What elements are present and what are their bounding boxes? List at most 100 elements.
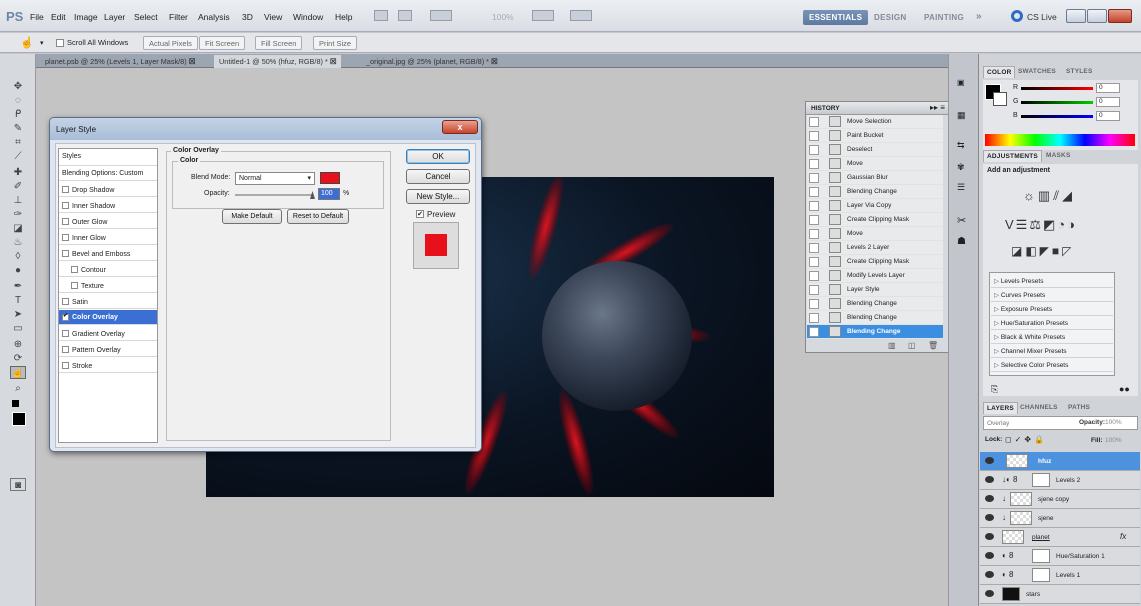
quick-mask-icon[interactable]: ◙ [10,478,26,491]
history-source-box[interactable] [809,243,819,253]
close-tab-icon[interactable]: ☒ [189,57,196,66]
tab-layers[interactable]: LAYERS [983,402,1018,414]
history-panel-header[interactable]: HISTORY ▸▸ ≡ [806,102,952,115]
screen-mode-icon[interactable] [570,10,592,21]
background-color-swatch[interactable] [993,92,1007,106]
invert-posterize-threshold-icons[interactable]: ◪◧◤■◸ [1011,244,1074,258]
workspace-painting[interactable]: PAINTING [918,10,970,25]
eye-icon[interactable] [985,590,994,597]
style-pattern-overlay[interactable]: Pattern Overlay [59,342,157,357]
layer-sjene[interactable]: ↓ sjene [980,509,1140,528]
zoom-tool-icon[interactable]: ⌕ [10,382,26,395]
default-colors-icon[interactable] [12,400,19,407]
eye-icon[interactable] [985,533,994,540]
menu-window[interactable]: Window [293,12,323,22]
history-item-selected[interactable]: Blending Change [807,325,943,339]
layer-levels-1[interactable]: ◐ 8 Levels 1 [980,566,1140,585]
menu-3d[interactable]: 3D [242,12,253,22]
zoom-level[interactable]: 100% [492,12,514,22]
menu-image[interactable]: Image [74,12,98,22]
menu-view[interactable]: View [264,12,282,22]
tab-planet-psb[interactable]: planet.psb @ 25% (Levels 1, Layer Mask/8… [40,55,200,68]
style-inner-glow[interactable]: Inner Glow [59,230,157,245]
tool-presets-icon[interactable]: ✂ [957,214,966,227]
new-document-from-state-icon[interactable]: ▥ [888,341,896,350]
history-item[interactable]: Layer Via Copy [807,199,943,213]
menu-select[interactable]: Select [134,12,158,22]
layer-opacity-value[interactable]: 100% [1105,419,1122,426]
tab-swatches[interactable]: SWATCHES [1015,66,1059,78]
checkbox[interactable] [62,218,69,225]
path-select-icon[interactable]: ➤ [10,308,26,321]
checkbox[interactable] [62,234,69,241]
history-source-box[interactable] [809,327,819,337]
layer-levels-2[interactable]: ↓◐ 8 Levels 2 [980,471,1140,490]
history-source-box[interactable] [809,257,819,267]
style-contour[interactable]: Contour [59,262,157,277]
history-item[interactable]: Move [807,227,943,241]
fx-icon[interactable]: fx [1120,532,1126,541]
opacity-input[interactable]: 100 [318,188,340,200]
checkbox[interactable] [62,186,69,193]
foreground-color-swatch[interactable] [12,412,26,426]
minimize-button[interactable] [1066,9,1086,23]
color-spectrum-bar[interactable] [985,134,1135,146]
history-item[interactable]: Deselect [807,143,943,157]
tool-preset-dropdown[interactable]: ▾ [40,39,44,47]
tab-color[interactable]: COLOR [983,66,1016,78]
blend-mode-select[interactable]: Normal ▾ [235,172,315,185]
cancel-button[interactable]: Cancel [406,169,470,184]
style-texture[interactable]: Texture [59,278,157,293]
style-satin[interactable]: Satin [59,294,157,309]
blue-value[interactable]: 0 [1096,111,1120,121]
history-source-box[interactable] [809,271,819,281]
style-gradient-overlay[interactable]: Gradient Overlay [59,326,157,341]
opacity-slider-track[interactable] [235,194,313,196]
eye-icon[interactable] [985,514,994,521]
style-drop-shadow[interactable]: Drop Shadow [59,182,157,197]
history-item[interactable]: Levels 2 Layer [807,241,943,255]
eye-icon[interactable] [985,571,994,578]
return-icon[interactable]: ⎘ [991,384,998,395]
preset-channel-mixer[interactable]: ▷ Channel Mixer Presets [991,344,1113,358]
green-value[interactable]: 0 [1096,97,1120,107]
tab-untitled-1[interactable]: Untitled-1 @ 50% (hfuz, RGB/8) * ☒ [214,55,342,68]
marquee-tool-icon[interactable]: ◌ [10,94,26,107]
history-source-box[interactable] [809,117,819,127]
actual-pixels-button[interactable]: Actual Pixels [143,36,198,50]
preset-selective-color[interactable]: ▷ Selective Color Presets [991,358,1113,372]
history-item[interactable]: Create Clipping Mask [807,255,943,269]
new-snapshot-icon[interactable]: ◫ [908,341,916,350]
history-item[interactable]: Gaussian Blur [807,171,943,185]
hand-tool-icon[interactable]: ☝ [10,366,26,379]
history-source-box[interactable] [809,145,819,155]
checkbox[interactable] [62,330,69,337]
ok-button[interactable]: OK [406,149,470,164]
minibridge-icon[interactable] [398,10,412,21]
checkbox[interactable] [62,202,69,209]
blur-tool-icon[interactable]: ◊ [10,250,26,263]
styles-header[interactable]: Styles [59,149,157,166]
checkbox[interactable] [62,250,69,257]
checkbox[interactable] [71,266,78,273]
tab-styles[interactable]: STYLES [1063,66,1095,78]
vibrance-hue-balance-icons[interactable]: V☰⚖◩◔◑ [1005,217,1077,233]
type-tool-icon[interactable]: T [10,294,26,307]
make-default-button[interactable]: Make Default [222,209,282,224]
preset-black-white[interactable]: ▷ Black & White Presets [991,330,1113,344]
style-inner-shadow[interactable]: Inner Shadow [59,198,157,213]
quick-select-tool-icon[interactable]: ✎ [10,122,26,135]
menu-layer[interactable]: Layer [104,12,125,22]
layer-sjene-copy[interactable]: ↓ sjene copy [980,490,1140,509]
cslive-menu[interactable]: CS Live [1027,12,1057,22]
tab-adjustments[interactable]: ADJUSTMENTS [983,150,1042,162]
lock-icons[interactable]: ◻✓✥🔒 [1005,435,1047,444]
tab-original-jpg[interactable]: _original.jpg @ 25% (planet, RGB/8) * ☒ [361,55,503,68]
close-tab-icon[interactable]: ☒ [330,57,337,66]
history-source-box[interactable] [809,159,819,169]
layer-planet[interactable]: planet fx [980,528,1140,547]
bridge-icon[interactable] [374,10,388,21]
checkbox[interactable] [62,314,69,321]
3d-orbit-icon[interactable]: ⟳ [10,352,26,365]
dodge-tool-icon[interactable]: ● [10,264,26,277]
